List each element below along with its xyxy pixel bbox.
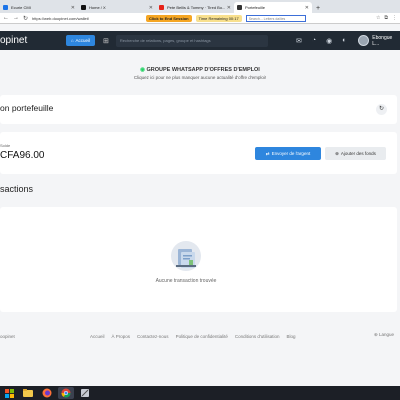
- os-taskbar: [0, 386, 400, 400]
- star-icon[interactable]: ☆: [376, 15, 380, 21]
- tab-label: Ecurie CMI: [11, 5, 31, 10]
- balance-label: Solde: [0, 143, 11, 148]
- extension-search-input[interactable]: Search... Letters dailies: [245, 14, 306, 22]
- tab-label: Home / X: [89, 5, 106, 10]
- empty-state-text: Aucune transaction trouvée: [155, 278, 217, 284]
- transactions-title: sactions: [0, 184, 34, 194]
- whatsapp-banner-subtitle[interactable]: Cliquez ici pour ne plus manquer aucune …: [0, 75, 400, 80]
- browser-address-bar: ← → ↻ https://web.doopinet.com/wallet/ C…: [0, 13, 400, 24]
- footer-link-privacy[interactable]: Politique de confidentialité: [176, 334, 228, 339]
- send-money-button[interactable]: ⇄ Envoyer de l'argent: [255, 147, 321, 160]
- home-button[interactable]: ⌂ Accueil: [65, 35, 96, 46]
- wallet-header-card: on portefeuille ↻: [0, 95, 397, 124]
- user-name: Ebongue L...: [372, 34, 393, 47]
- notifications-icon[interactable]: ◔: [312, 37, 316, 45]
- footer-links: Accueil À Propos Contactez-nous Politiqu…: [90, 334, 296, 339]
- settings-icon[interactable]: ◐: [342, 37, 346, 45]
- extensions-icon[interactable]: ⧉: [384, 15, 388, 21]
- new-tab-button[interactable]: +: [312, 5, 324, 13]
- close-icon[interactable]: ✕: [71, 5, 75, 11]
- tab-home-x[interactable]: Home / X ✕: [78, 2, 156, 13]
- browser-tab-bar: Ecurie CMI ✕ Home / X ✕ Pete Bellis & To…: [0, 0, 400, 13]
- menu-icon[interactable]: ⋮: [392, 15, 397, 21]
- apps-grid-icon[interactable]: ⊞: [103, 37, 109, 45]
- tab-youtube[interactable]: Pete Bellis & Tommy · Tired Bo... ✕: [156, 2, 234, 13]
- youtube-icon: [159, 5, 164, 10]
- footer-link-about[interactable]: À Propos: [112, 334, 131, 339]
- back-icon[interactable]: ←: [3, 15, 9, 21]
- footer-link-terms[interactable]: Conditions d'utilisation: [235, 334, 280, 339]
- taskbar-explorer[interactable]: [20, 387, 36, 399]
- add-circle-icon: ⊕: [335, 150, 339, 156]
- home-button-label: Accueil: [75, 38, 91, 43]
- avatar: [358, 35, 370, 46]
- empty-transactions-illustration-icon: [171, 241, 201, 271]
- close-icon[interactable]: ✕: [149, 5, 153, 11]
- pen-tool-icon: [81, 389, 89, 397]
- help-icon[interactable]: ◉: [326, 37, 332, 45]
- balance-value: CFA96.00: [0, 150, 45, 161]
- windows-icon: [4, 388, 14, 398]
- close-icon[interactable]: ✕: [227, 5, 231, 11]
- footer-copyright: oopinet: [0, 334, 15, 339]
- firefox-icon: [42, 388, 52, 398]
- whatsapp-banner-title[interactable]: ◉ GROUPE WHATSAPP D'OFFRES D'EMPLOI: [0, 67, 400, 73]
- session-extension-button[interactable]: Click to End Session: [146, 14, 192, 22]
- refresh-icon[interactable]: ↻: [376, 104, 387, 115]
- footer-link-contact[interactable]: Contactez-nous: [137, 334, 169, 339]
- taskbar-chrome[interactable]: [58, 387, 74, 399]
- balance-card: Solde CFA96.00 ⇄ Envoyer de l'argent ⊕ A…: [0, 132, 397, 174]
- tab-label: Pete Bellis & Tommy · Tired Bo...: [167, 5, 226, 10]
- url-field[interactable]: https://web.doopinet.com/wallet/: [32, 16, 142, 21]
- app-search-input[interactable]: Recherche de relations, pages, groupe et…: [115, 34, 269, 47]
- messages-icon[interactable]: ✉: [296, 37, 302, 45]
- footer-link-blog[interactable]: Blog: [287, 334, 296, 339]
- footer-link-home[interactable]: Accueil: [90, 334, 105, 339]
- taskbar-firefox[interactable]: [39, 387, 55, 399]
- folder-icon: [23, 389, 33, 397]
- x-icon: [81, 5, 86, 10]
- tab-favicon-icon: [3, 5, 8, 10]
- site-favicon-icon: [237, 5, 242, 10]
- chrome-icon: [61, 388, 71, 398]
- start-button[interactable]: [1, 387, 17, 399]
- taskbar-app[interactable]: [77, 387, 93, 399]
- tab-label: Portefeuille: [245, 5, 266, 10]
- home-icon: ⌂: [70, 38, 74, 43]
- app-header: opinet ⌂ Accueil ⊞ Recherche de relation…: [0, 31, 400, 50]
- user-menu[interactable]: Ebongue L...: [358, 35, 400, 47]
- page-title: on portefeuille: [0, 103, 54, 113]
- close-icon[interactable]: ✕: [305, 5, 309, 11]
- logo[interactable]: opinet: [0, 35, 59, 46]
- globe-icon: ⊛: [374, 332, 378, 337]
- forward-icon[interactable]: →: [13, 15, 19, 21]
- time-remaining-badge: Time Remaining 00:17: [195, 14, 242, 22]
- language-selector[interactable]: ⊛ Langue: [374, 332, 394, 338]
- tab-portefeuille[interactable]: Portefeuille ✕: [234, 2, 312, 13]
- whatsapp-icon: ◉: [140, 67, 145, 73]
- tab-ecurie[interactable]: Ecurie CMI ✕: [0, 2, 78, 13]
- add-funds-button[interactable]: ⊕ Ajouter des fonds: [325, 147, 386, 160]
- reload-icon[interactable]: ↻: [23, 15, 28, 22]
- transfer-icon: ⇄: [265, 150, 270, 156]
